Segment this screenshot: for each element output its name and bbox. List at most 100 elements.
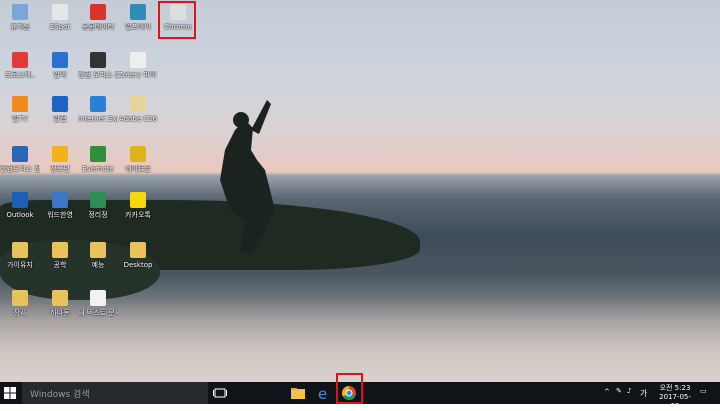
desktop-icon[interactable]: 공공데이터 (78, 4, 118, 31)
desktop-icon[interactable]: 예능 (78, 242, 118, 269)
desktop-icon[interactable]: 한컴오피스 한글 2014 (0, 146, 40, 173)
windows-search-box[interactable]: Windows 검색 (22, 382, 208, 404)
svg-text:e: e (318, 385, 327, 401)
app-icon (90, 290, 106, 306)
desktop-icon[interactable]: 알캡 (40, 96, 80, 123)
app-icon (12, 52, 28, 68)
app-icon (12, 4, 28, 20)
desktop-icon[interactable]: 한컴 오피스 한글계 (78, 52, 118, 79)
app-icon (130, 146, 146, 162)
app-icon (12, 96, 28, 112)
notification-icon[interactable]: ▭ (700, 387, 707, 409)
desktop-icon-label: 알프아이 (125, 23, 151, 31)
app-icon (12, 192, 28, 208)
desktop-icon-label: 워드한영 (47, 211, 73, 219)
file-explorer-icon[interactable] (290, 385, 306, 401)
app-icon (130, 192, 146, 208)
task-view-icon[interactable] (212, 385, 228, 401)
desktop-icon-label: Internet Explorer (78, 115, 118, 123)
app-icon (90, 4, 106, 20)
desktop-icon[interactable]: 정보편 (40, 146, 80, 173)
desktop-icon-label: Zotery 파이 체계 (118, 71, 158, 79)
desktop-icon[interactable]: Internet Explorer (78, 96, 118, 123)
desktop-icon-label: 예능 (91, 261, 105, 269)
desktop-icon-label: 공학 (53, 261, 67, 269)
app-icon (90, 192, 106, 208)
app-icon (12, 146, 28, 162)
desktop-icon-label: 정보편 (50, 165, 70, 173)
edge-icon[interactable]: e (316, 385, 332, 401)
desktop-icon[interactable]: 가이유지 (0, 242, 40, 269)
app-icon (52, 4, 68, 20)
pen-icon[interactable]: ✎ (616, 387, 622, 409)
desktop-wallpaper: 휴지통ESpot공공데이터알프아이Chrome포토스케..알약한컴 오피스 한글… (0, 0, 720, 382)
desktop-icon-label: 정리정 (88, 211, 108, 219)
desktop-icon[interactable]: Zotery 파이 체계 (118, 52, 158, 79)
desktop-icon[interactable]: 하나동 (40, 290, 80, 317)
desktop-icon[interactable]: Evernote (78, 146, 118, 173)
desktop-icon-label: 휴지통 (10, 23, 30, 31)
ime-indicator[interactable]: 가 (640, 388, 647, 410)
tray-chevron-icon[interactable]: ^ (604, 388, 610, 410)
app-icon (12, 242, 28, 258)
app-icon (12, 290, 28, 306)
desktop-icon[interactable]: 공학 (40, 242, 80, 269)
desktop-icon-label: ESpot (49, 23, 71, 31)
desktop-icon[interactable]: 워드한영 (40, 192, 80, 219)
app-icon (90, 96, 106, 112)
app-icon (52, 192, 68, 208)
desktop-icon[interactable]: 정리정 (78, 192, 118, 219)
desktop-icon[interactable]: ESpot (40, 4, 80, 31)
desktop-icon-label: 장사 (13, 309, 27, 317)
app-icon (52, 290, 68, 306)
app-icon (52, 52, 68, 68)
desktop-icon[interactable]: Outlook (0, 192, 40, 219)
desktop-icon-label: Evernote (82, 165, 114, 173)
app-icon (52, 96, 68, 112)
app-icon (90, 146, 106, 162)
volume-icon[interactable]: ♪ (627, 387, 631, 409)
search-placeholder: Windows 검색 (30, 390, 90, 400)
desktop-icon[interactable]: 알약 (40, 52, 80, 79)
desktop-icon-label: Outlook (6, 211, 34, 219)
desktop-icon-label: 카카오톡 (125, 211, 151, 219)
clock-time: 오전 5:23 (659, 384, 691, 392)
desktop-icon-label: 한컴오피스 한글 2014 (0, 165, 40, 173)
desktop-icon-label: 알TV (12, 115, 28, 123)
desktop-icon-label: 알캡 (53, 115, 67, 123)
desktop-icon[interactable]: Adobe CS6 (118, 96, 158, 123)
wallpaper-person (220, 100, 275, 255)
desktop-icon[interactable]: 네이트온 (118, 146, 158, 173)
chrome-highlight-box (158, 1, 196, 39)
app-icon (52, 146, 68, 162)
desktop-icon-label: 새 텍스트 문서 (78, 309, 118, 317)
desktop-icon-label: 한컴 오피스 한글계 (78, 71, 118, 79)
app-icon (130, 4, 146, 20)
desktop-icon-label: 알약 (53, 71, 67, 79)
desktop-icon-label: Adobe CS6 (118, 115, 158, 123)
desktop-icon[interactable]: 카카오톡 (118, 192, 158, 219)
chrome-taskbar-highlight-box (336, 373, 363, 404)
app-icon (52, 242, 68, 258)
clock-date: 2017-05-09 (659, 393, 691, 410)
desktop-icon-label: 포토스케.. (4, 71, 36, 79)
desktop-icon[interactable]: 알TV (0, 96, 40, 123)
desktop-icon[interactable]: Desktop (118, 242, 158, 269)
app-icon (90, 52, 106, 68)
desktop-icon[interactable]: 알프아이 (118, 4, 158, 31)
desktop-icon[interactable]: 장사 (0, 290, 40, 317)
desktop-icon-label: 가이유지 (7, 261, 33, 269)
desktop-icon-label: 네이트온 (125, 165, 151, 173)
desktop-icon-label: 하나동 (50, 309, 70, 317)
app-icon (130, 52, 146, 68)
app-icon (130, 242, 146, 258)
desktop-icon[interactable]: 새 텍스트 문서 (78, 290, 118, 317)
desktop-icon[interactable]: 휴지통 (0, 4, 40, 31)
windows-start-icon[interactable] (4, 387, 16, 399)
clock[interactable]: 오전 5:23 2017-05-09 (656, 384, 694, 410)
desktop-icon[interactable]: 포토스케.. (0, 52, 40, 79)
desktop-icon-label: Desktop (123, 261, 153, 269)
app-icon (90, 242, 106, 258)
desktop-icon-label: 공공데이터 (81, 23, 115, 31)
app-icon (130, 96, 146, 112)
